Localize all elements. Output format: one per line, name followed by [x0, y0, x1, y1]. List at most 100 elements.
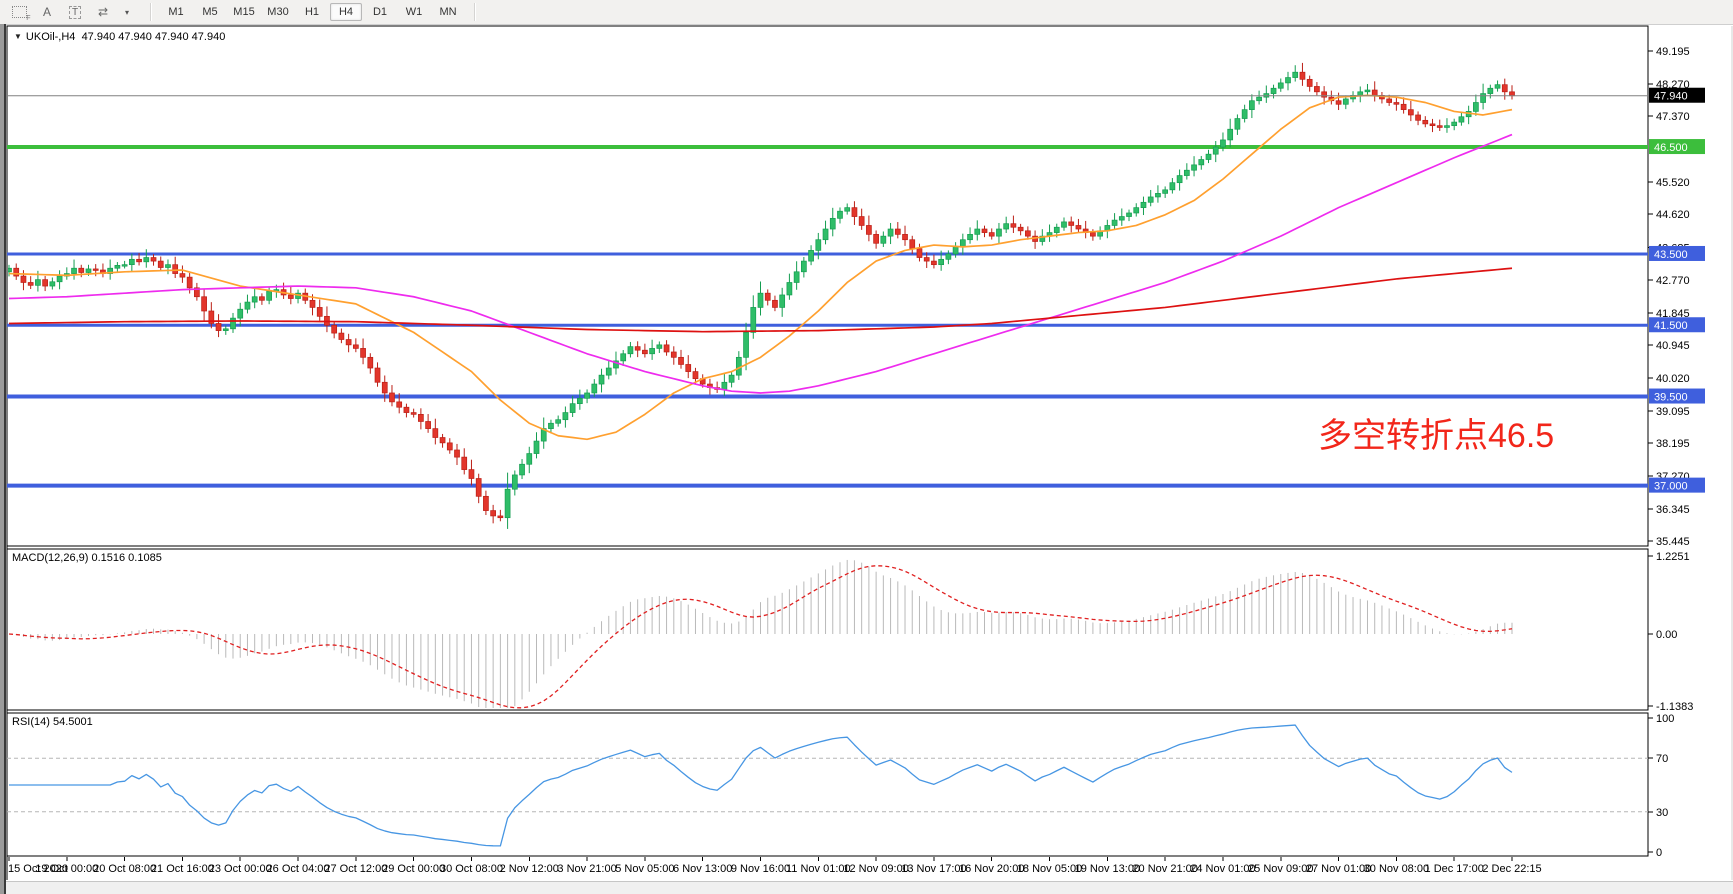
candle-down	[455, 450, 460, 457]
candle-up	[1112, 220, 1117, 225]
candle-up	[1228, 129, 1233, 140]
time-tick-label: 18 Nov 05:00	[1017, 863, 1082, 875]
candle-down	[1076, 225, 1081, 229]
candle-down	[765, 293, 770, 300]
macd-axis-label: 1.2251	[1656, 551, 1690, 563]
candle-down	[151, 258, 156, 262]
candle-up	[621, 354, 626, 361]
time-tick-label: 23 Oct 00:00	[209, 863, 272, 875]
candle-up	[606, 368, 611, 375]
candle-up	[534, 441, 539, 453]
time-tick-label: 12 Nov 09:00	[843, 863, 908, 875]
candle-up	[1278, 83, 1283, 88]
candle-up	[744, 332, 749, 357]
chart-title[interactable]: ▼UKOil-,H4 47.940 47.940 47.940 47.940	[14, 31, 225, 43]
candle-down	[418, 414, 423, 421]
candle-down	[14, 268, 19, 276]
candle-down	[1510, 92, 1515, 96]
time-tick-label: 1 Dec 17:00	[1425, 863, 1484, 875]
candle-down	[498, 516, 503, 518]
candle-up	[960, 240, 965, 247]
candle-down	[1416, 115, 1421, 120]
candle-up	[975, 229, 980, 234]
candle-up	[72, 268, 77, 273]
candle-down	[664, 345, 669, 352]
price-tick-label: 49.195	[1656, 46, 1690, 58]
candle-down	[404, 407, 409, 412]
chevron-down-icon[interactable]: ▼	[14, 32, 22, 41]
level-badge-label: 41.500	[1654, 320, 1688, 332]
candle-up	[1242, 110, 1247, 119]
candle-up	[1293, 72, 1298, 77]
candle-up	[1148, 197, 1153, 202]
price-tick-label: 36.345	[1656, 504, 1690, 516]
candle-up	[1199, 160, 1204, 165]
candle-up	[758, 293, 763, 307]
candle-up	[837, 211, 842, 218]
candle-up	[780, 295, 785, 307]
candle-up	[1358, 92, 1363, 96]
candle-up	[722, 382, 727, 389]
time-tick-label: 16 Nov 20:00	[959, 863, 1024, 875]
candle-up	[1257, 97, 1262, 101]
time-tick-label: 21 Oct 16:00	[151, 863, 214, 875]
time-tick-label: 24 Nov 01:00	[1190, 863, 1255, 875]
price-tick-label: 39.095	[1656, 406, 1690, 418]
candle-down	[1300, 72, 1305, 79]
candle-down	[1372, 90, 1377, 95]
time-tick-label: 13 Nov 17:00	[901, 863, 966, 875]
window-bottom-edge	[6, 881, 1733, 894]
candle-up	[238, 309, 243, 318]
candle-up	[563, 413, 568, 420]
candle-up	[939, 259, 944, 264]
candle-up	[1495, 85, 1500, 89]
macd-axis-label: 0.00	[1656, 629, 1677, 641]
time-tick-label: 2 Dec 22:15	[1482, 863, 1541, 875]
price-tick-label: 40.945	[1656, 340, 1690, 352]
candle-up	[1206, 154, 1211, 159]
candle-up	[1235, 119, 1240, 130]
candle-up	[86, 269, 91, 273]
candle-up	[816, 240, 821, 251]
candle-down	[874, 234, 879, 243]
candle-up	[968, 234, 973, 239]
candle-up	[57, 276, 62, 282]
level-badge-label: 46.500	[1654, 142, 1688, 154]
time-tick-label: 2 Nov 12:00	[500, 863, 559, 875]
level-badge-label: 37.000	[1654, 481, 1688, 493]
candle-down	[375, 368, 380, 382]
candle-down	[462, 457, 467, 469]
price-tick-label: 44.620	[1656, 209, 1690, 221]
candle-up	[512, 475, 517, 489]
macd-axis-label: -1.1383	[1656, 701, 1693, 713]
candle-down	[491, 511, 496, 516]
candle-down	[361, 348, 366, 357]
candle-up	[527, 454, 532, 465]
candle-down	[1336, 101, 1341, 105]
time-tick-label: 9 Nov 16:00	[731, 863, 790, 875]
candle-down	[917, 249, 922, 258]
candle-up	[223, 329, 228, 331]
price-tick-label: 45.520	[1656, 177, 1690, 189]
candle-down	[931, 261, 936, 265]
candle-up	[650, 348, 655, 353]
macd-pane-border	[7, 549, 1648, 710]
candle-down	[1502, 85, 1507, 92]
chart-text-annotation[interactable]: 多空转折点46.5	[1318, 417, 1554, 455]
rsi-pane-border	[7, 713, 1648, 856]
price-tick-label: 38.195	[1656, 438, 1690, 450]
time-tick-label: 11 Nov 01:00	[786, 863, 851, 875]
candle-up	[129, 259, 134, 264]
time-tick-label: 27 Oct 12:00	[324, 863, 387, 875]
candle-down	[693, 372, 698, 379]
candle-up	[267, 291, 272, 300]
rsi-line	[9, 725, 1512, 846]
candle-up	[830, 218, 835, 229]
price-tick-label: 40.020	[1656, 373, 1690, 385]
time-tick-label: 27 Nov 01:00	[1306, 863, 1371, 875]
candle-down	[137, 259, 142, 261]
candle-up	[1119, 217, 1124, 221]
candle-down	[173, 265, 178, 274]
candle-up	[823, 229, 828, 240]
candle-down	[43, 280, 48, 286]
